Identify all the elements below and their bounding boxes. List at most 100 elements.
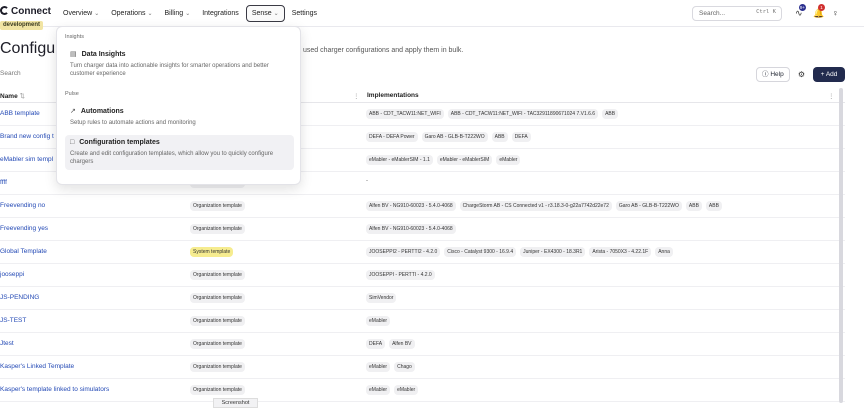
activity-badge: 9+: [799, 4, 806, 11]
implementations-list: JOOSEPPI2 - PERTTI2 - 4.2.0 Cisco - Catal…: [366, 247, 677, 257]
logo-icon: [0, 6, 9, 15]
implementation-chip: Chago: [394, 362, 415, 372]
implementations-list: DEFA Alfen BV: [366, 339, 419, 349]
implementation-chip: Anna: [655, 247, 673, 257]
template-type-badge: Organization template: [190, 385, 245, 395]
menu-item-automations[interactable]: ↗ Automations Setup rules to automate act…: [65, 103, 294, 131]
nav-item-billing[interactable]: Billing ⌄: [160, 6, 196, 21]
search-shortcut: Ctrl K: [756, 9, 776, 15]
nav-item-settings[interactable]: Settings: [287, 6, 322, 21]
template-name-link[interactable]: Jtest: [0, 340, 14, 347]
template-name-link[interactable]: ABB template: [0, 110, 40, 117]
template-name-link[interactable]: jooseppi: [0, 271, 24, 278]
gear-icon[interactable]: ⚙: [794, 67, 809, 82]
column-menu-icon[interactable]: ⋮: [353, 92, 360, 100]
table-row[interactable]: Global Template System template JOOSEPPI2 …: [0, 241, 845, 264]
implementations-list: eMabler - eMablerSIM - 1.1 eMabler - eMab…: [366, 155, 524, 165]
template-name-link[interactable]: Freevending no: [0, 202, 45, 209]
implementation-chip: Alfen BV - NG910-60023 - 5.4.0-4068: [366, 224, 456, 234]
implementations-list: SimVendor: [366, 293, 400, 303]
table-row[interactable]: Kasper's template linked to simulators Or…: [0, 379, 845, 402]
user-icon[interactable]: ♀: [832, 8, 839, 18]
table-row[interactable]: Jtest Organization template DEFA Alfen BV: [0, 333, 845, 356]
template-type-badge: System template: [190, 247, 234, 257]
implementation-chip: SimVendor: [366, 293, 397, 303]
implementation-chip: Juniper - EX4300 - 18.3R1: [520, 247, 586, 257]
implementation-chip: ABB: [602, 109, 619, 119]
template-name-link[interactable]: eMabler sim templ: [0, 156, 53, 163]
chevron-down-icon: ⌄: [185, 11, 191, 17]
document-icon: □: [70, 139, 75, 146]
nav-item-integrations[interactable]: Integrations: [197, 6, 244, 21]
implementation-chip: eMabler: [366, 316, 391, 326]
implementation-chip: eMabler: [366, 362, 391, 372]
template-name-link[interactable]: Kasper's Linked Template: [0, 363, 74, 370]
implementation-chip: ChargeStorm AB - CS Connected v1 - r3.18…: [459, 201, 612, 211]
menu-item-configuration-templates[interactable]: □ Configuration templates Create and edit…: [65, 135, 294, 170]
template-type-badge: Organization template: [190, 316, 245, 326]
template-name-link[interactable]: JS-TEST: [0, 317, 26, 324]
nav-item-label: Sense: [251, 10, 272, 17]
sense-menu: Insights ▤ Data Insights Turn charger dat…: [56, 26, 301, 185]
column-name[interactable]: Name ⇅: [0, 92, 25, 100]
template-name-link[interactable]: Kasper's template linked to simulators: [0, 386, 109, 393]
app-name: Connect: [11, 6, 51, 17]
search-input[interactable]: Search... Ctrl K: [692, 6, 782, 21]
implementations-list: Alfen BV - NG910-60023 - 5.4.0-4068: [366, 224, 460, 234]
table-row[interactable]: JS-TEST Organization template eMabler: [0, 310, 845, 333]
implementation-chip: eMabler: [394, 385, 419, 395]
table-row[interactable]: JS-PENDING Organization template SimVendor: [0, 287, 845, 310]
nav-item-label: Billing: [164, 10, 184, 17]
table-row[interactable]: Freevending yes Organization template Alfe…: [0, 218, 845, 241]
implementation-chip: ABB - CDT_TACW11:NET_WIFI - TAC329118906…: [447, 109, 599, 119]
scrollbar[interactable]: [839, 88, 843, 403]
implementation-chip: JOOSEPPI2 - PERTTI2 - 4.2.0: [366, 247, 441, 257]
implementation-chip: Garo AB - GLB-B-T222WO: [421, 132, 488, 142]
help-label: Help: [770, 71, 784, 78]
implementations-list: ABB - CDT_TACW11:NET_WIFI ABB - CDT_TACW1…: [366, 109, 622, 119]
template-name-link[interactable]: Global Template: [0, 248, 47, 255]
implementations-list: eMabler eMabler: [366, 385, 422, 395]
implementation-chip: ABB: [491, 132, 508, 142]
implementations-list: eMabler Chago: [366, 362, 419, 372]
template-name-link[interactable]: Freevending yes: [0, 225, 48, 232]
tooltip: Screenshot: [213, 398, 258, 408]
top-bar: Connect development Overview ⌄ Operations ⌄…: [0, 0, 864, 30]
filter-input[interactable]: Search: [0, 70, 21, 77]
implementations-list: JOOSEPPI - PERTTI - 4.2.0: [366, 270, 439, 280]
column-menu-icon[interactable]: ⋮: [828, 92, 835, 100]
nav-item-overview[interactable]: Overview ⌄: [58, 6, 104, 21]
menu-item-data-insights[interactable]: ▤ Data Insights Turn charger data into ac…: [65, 46, 294, 82]
table-row[interactable]: jooseppi Organization template JOOSEPPI - …: [0, 264, 845, 287]
implementation-chip: DEFA: [366, 339, 386, 349]
template-name-link[interactable]: JS-PENDING: [0, 294, 39, 301]
nav-item-label: Settings: [291, 10, 317, 17]
nav-item-operations[interactable]: Operations ⌄: [106, 6, 157, 21]
template-type-badge: Organization template: [190, 270, 245, 280]
app-logo[interactable]: Connect: [0, 6, 51, 17]
help-button[interactable]: ⓘ Help: [756, 67, 790, 82]
implementation-chip: JOOSEPPI - PERTTI - 4.2.0: [366, 270, 435, 280]
template-name-link[interactable]: ffff: [0, 179, 7, 186]
template-name-link[interactable]: Brand new config t: [0, 133, 54, 140]
sort-icon: ⇅: [19, 93, 25, 100]
column-implementations[interactable]: Implementations: [367, 92, 419, 99]
implementation-chip: ABB: [705, 201, 722, 211]
implementations-list: DEFA - DEFA Power Garo AB - GLB-B-T222WO A…: [366, 132, 535, 142]
automation-icon: ↗: [70, 108, 76, 115]
implementations-list: Alfen BV - NG910-60023 - 5.4.0-4068 Charg…: [366, 201, 726, 211]
implementation-chip: ABB - CDT_TACW11:NET_WIFI: [366, 109, 444, 119]
implementation-chip: Alfen BV: [389, 339, 415, 349]
implementations-list: eMabler: [366, 316, 394, 326]
notification-badge: 1: [818, 4, 825, 11]
add-button[interactable]: + Add: [813, 67, 845, 82]
nav-item-sense[interactable]: Sense ⌄: [245, 5, 285, 22]
table-row[interactable]: Freevending no Organization template Alfen…: [0, 195, 845, 218]
implementation-chip: ABB: [685, 201, 702, 211]
template-type-badge: Organization template: [190, 201, 245, 211]
implementation-chip: Alfen BV - NG910-60023 - 5.4.0-4068: [366, 201, 456, 211]
implementation-chip: eMabler - eMablerSIM - 1.1: [366, 155, 433, 165]
table-row[interactable]: Kasper's Linked Template Organization tem…: [0, 356, 845, 379]
implementation-chip: DEFA - DEFA Power: [366, 132, 418, 142]
main-nav: Overview ⌄ Operations ⌄ Billing ⌄ Integrations…: [58, 4, 324, 23]
